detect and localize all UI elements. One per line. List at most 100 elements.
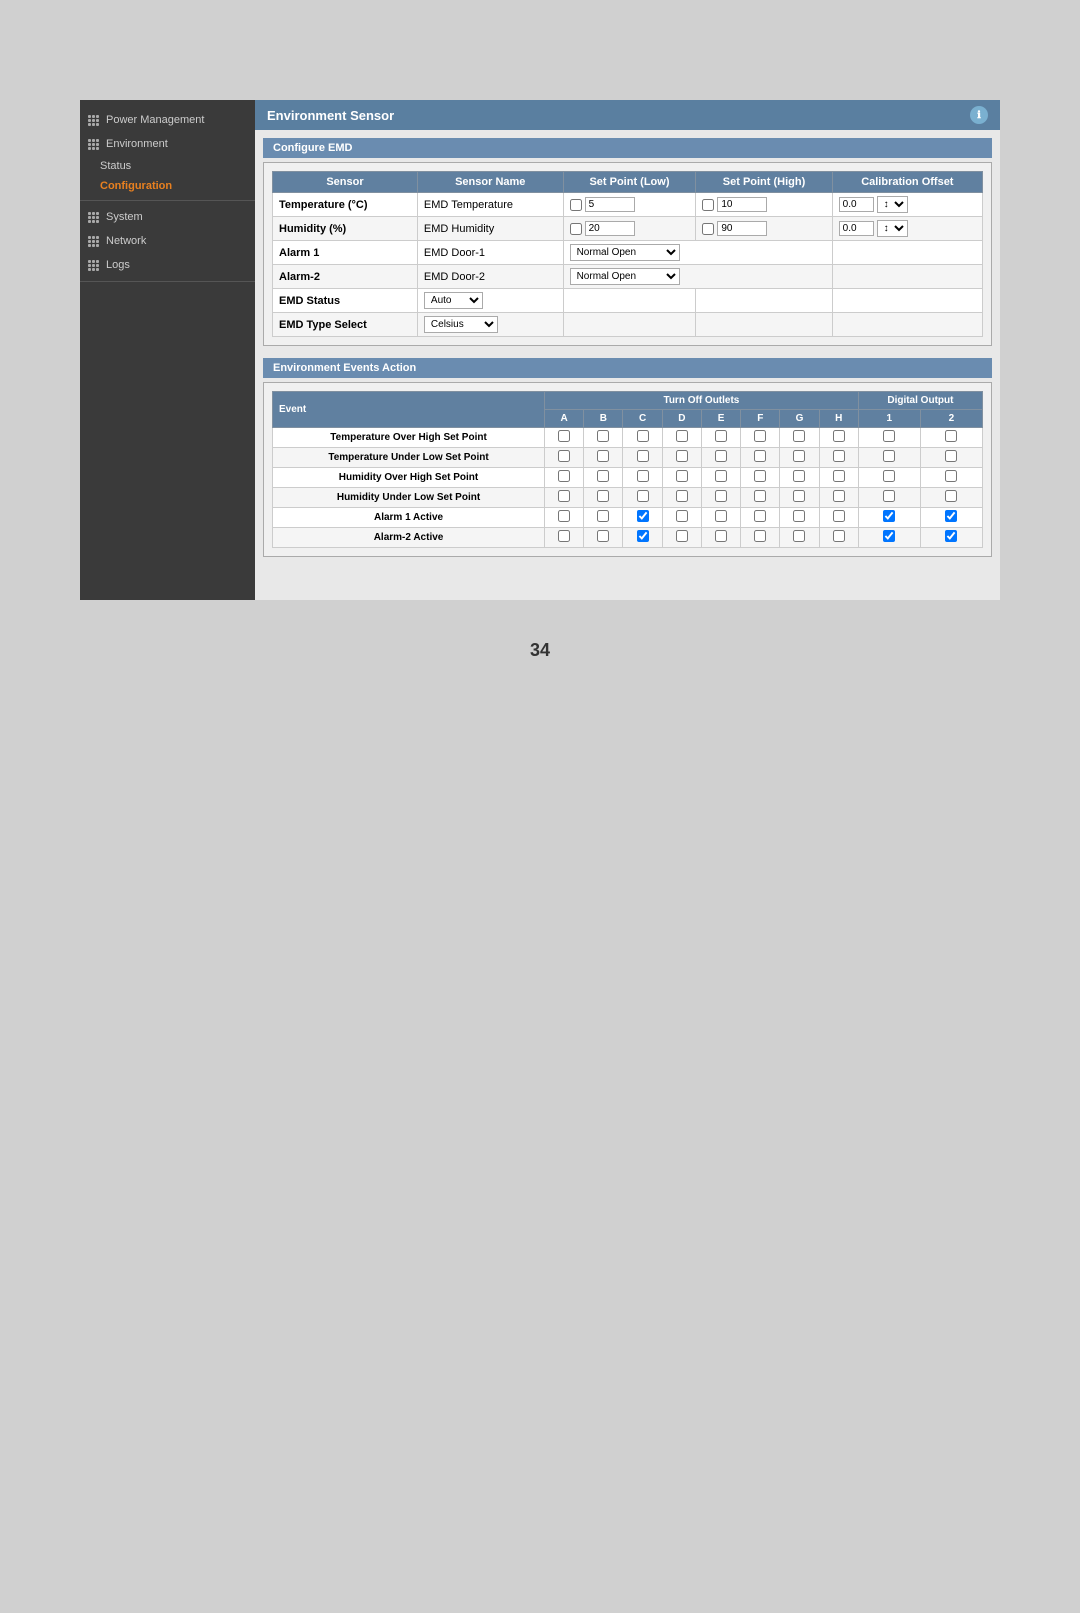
sidebar-item-system[interactable]: System [80,205,255,229]
select-cal-temp[interactable]: ↕ [877,196,908,213]
outlet-check-0-7[interactable] [833,430,845,442]
page-wrapper: Power Management Environment Status Conf… [0,40,1080,1573]
outlet-check-3-2[interactable] [637,490,649,502]
check-temp-high[interactable] [702,199,714,211]
outlet-check-5-6[interactable] [793,530,805,542]
outlet-check-0-4[interactable] [715,430,727,442]
outlet-check-2-4[interactable] [715,470,727,482]
outlet-check-4-1[interactable] [597,510,609,522]
input-hum-low[interactable] [585,221,635,236]
sidebar-item-power-management[interactable]: Power Management [80,108,255,132]
digital-cell-5-1 [920,528,982,548]
outlet-check-5-2[interactable] [637,530,649,542]
outlet-check-4-6[interactable] [793,510,805,522]
digital-check-2-1[interactable] [945,470,957,482]
emd-status-select-cell: Auto Manual [417,289,563,313]
outlet-check-2-6[interactable] [793,470,805,482]
sidebar-sub-configuration[interactable]: Configuration [80,176,255,196]
select-cal-hum[interactable]: ↕ [877,220,908,237]
outlet-check-4-3[interactable] [676,510,688,522]
outlet-check-4-0[interactable] [558,510,570,522]
outlet-check-2-0[interactable] [558,470,570,482]
outlet-check-0-5[interactable] [754,430,766,442]
digital-check-1-1[interactable] [945,450,957,462]
digital-check-3-0[interactable] [883,490,895,502]
outlet-check-5-4[interactable] [715,530,727,542]
digital-check-5-0[interactable] [883,530,895,542]
outlet-check-5-7[interactable] [833,530,845,542]
outlet-check-0-3[interactable] [676,430,688,442]
table-row: Alarm 1 EMD Door-1 Normal Open Normal Cl… [273,241,983,265]
table-row: Alarm 1 Active [273,508,983,528]
digital-check-0-0[interactable] [883,430,895,442]
outlet-check-1-2[interactable] [637,450,649,462]
outlet-check-5-5[interactable] [754,530,766,542]
digital-check-1-0[interactable] [883,450,895,462]
outlet-check-0-0[interactable] [558,430,570,442]
sensor-name-alarm2: EMD Door-2 [417,265,563,289]
digital-check-5-1[interactable] [945,530,957,542]
select-emd-type[interactable]: Celsius Fahrenheit [424,316,498,333]
outlet-check-0-1[interactable] [597,430,609,442]
outlet-check-3-5[interactable] [754,490,766,502]
input-temp-high[interactable] [717,197,767,212]
event-name-0: Temperature Over High Set Point [273,428,545,448]
sidebar-sub-status[interactable]: Status [80,156,255,176]
outlet-check-3-0[interactable] [558,490,570,502]
outlet-check-1-5[interactable] [754,450,766,462]
outlet-check-1-7[interactable] [833,450,845,462]
input-temp-low[interactable] [585,197,635,212]
input-cal-temp[interactable] [839,197,874,212]
outlet-check-4-5[interactable] [754,510,766,522]
sidebar-item-environment[interactable]: Environment [80,132,255,156]
outlet-check-5-3[interactable] [676,530,688,542]
digital-check-3-1[interactable] [945,490,957,502]
col-cal-offset: Calibration Offset [832,172,982,193]
outlet-check-5-0[interactable] [558,530,570,542]
outlet-check-3-3[interactable] [676,490,688,502]
digital-cell-2-0 [858,468,920,488]
select-alarm1[interactable]: Normal Open Normal Close [570,244,680,261]
digital-check-0-1[interactable] [945,430,957,442]
col-digital-output: Digital Output [858,392,982,410]
outlet-cell-1-5 [741,448,780,468]
outlet-check-3-6[interactable] [793,490,805,502]
outlet-check-3-4[interactable] [715,490,727,502]
outlet-check-0-2[interactable] [637,430,649,442]
divider-2 [80,281,255,282]
select-alarm2[interactable]: Normal Open Normal Close [570,268,680,285]
info-icon[interactable]: ℹ [970,106,988,124]
sidebar-item-logs[interactable]: Logs [80,253,255,277]
outlet-check-1-6[interactable] [793,450,805,462]
outlet-cell-1-3 [662,448,701,468]
outlet-check-1-1[interactable] [597,450,609,462]
outlet-check-4-2[interactable] [637,510,649,522]
outlet-check-1-0[interactable] [558,450,570,462]
outlet-check-4-7[interactable] [833,510,845,522]
outlet-check-3-1[interactable] [597,490,609,502]
outlet-check-2-2[interactable] [637,470,649,482]
outlet-check-1-4[interactable] [715,450,727,462]
outlet-cell-4-4 [701,508,740,528]
select-emd-status[interactable]: Auto Manual [424,292,483,309]
input-cal-hum[interactable] [839,221,874,236]
set-high-humidity [696,217,832,241]
check-temp-low[interactable] [570,199,582,211]
check-hum-low[interactable] [570,223,582,235]
outlet-check-0-6[interactable] [793,430,805,442]
outlet-check-2-5[interactable] [754,470,766,482]
check-hum-high[interactable] [702,223,714,235]
outlet-check-5-1[interactable] [597,530,609,542]
outlet-check-2-3[interactable] [676,470,688,482]
digital-check-2-0[interactable] [883,470,895,482]
outlet-check-3-7[interactable] [833,490,845,502]
outlet-check-4-4[interactable] [715,510,727,522]
sidebar-sub-label-status: Status [100,160,131,172]
input-hum-high[interactable] [717,221,767,236]
outlet-check-2-1[interactable] [597,470,609,482]
outlet-check-2-7[interactable] [833,470,845,482]
outlet-check-1-3[interactable] [676,450,688,462]
digital-check-4-0[interactable] [883,510,895,522]
digital-check-4-1[interactable] [945,510,957,522]
sidebar-item-network[interactable]: Network [80,229,255,253]
